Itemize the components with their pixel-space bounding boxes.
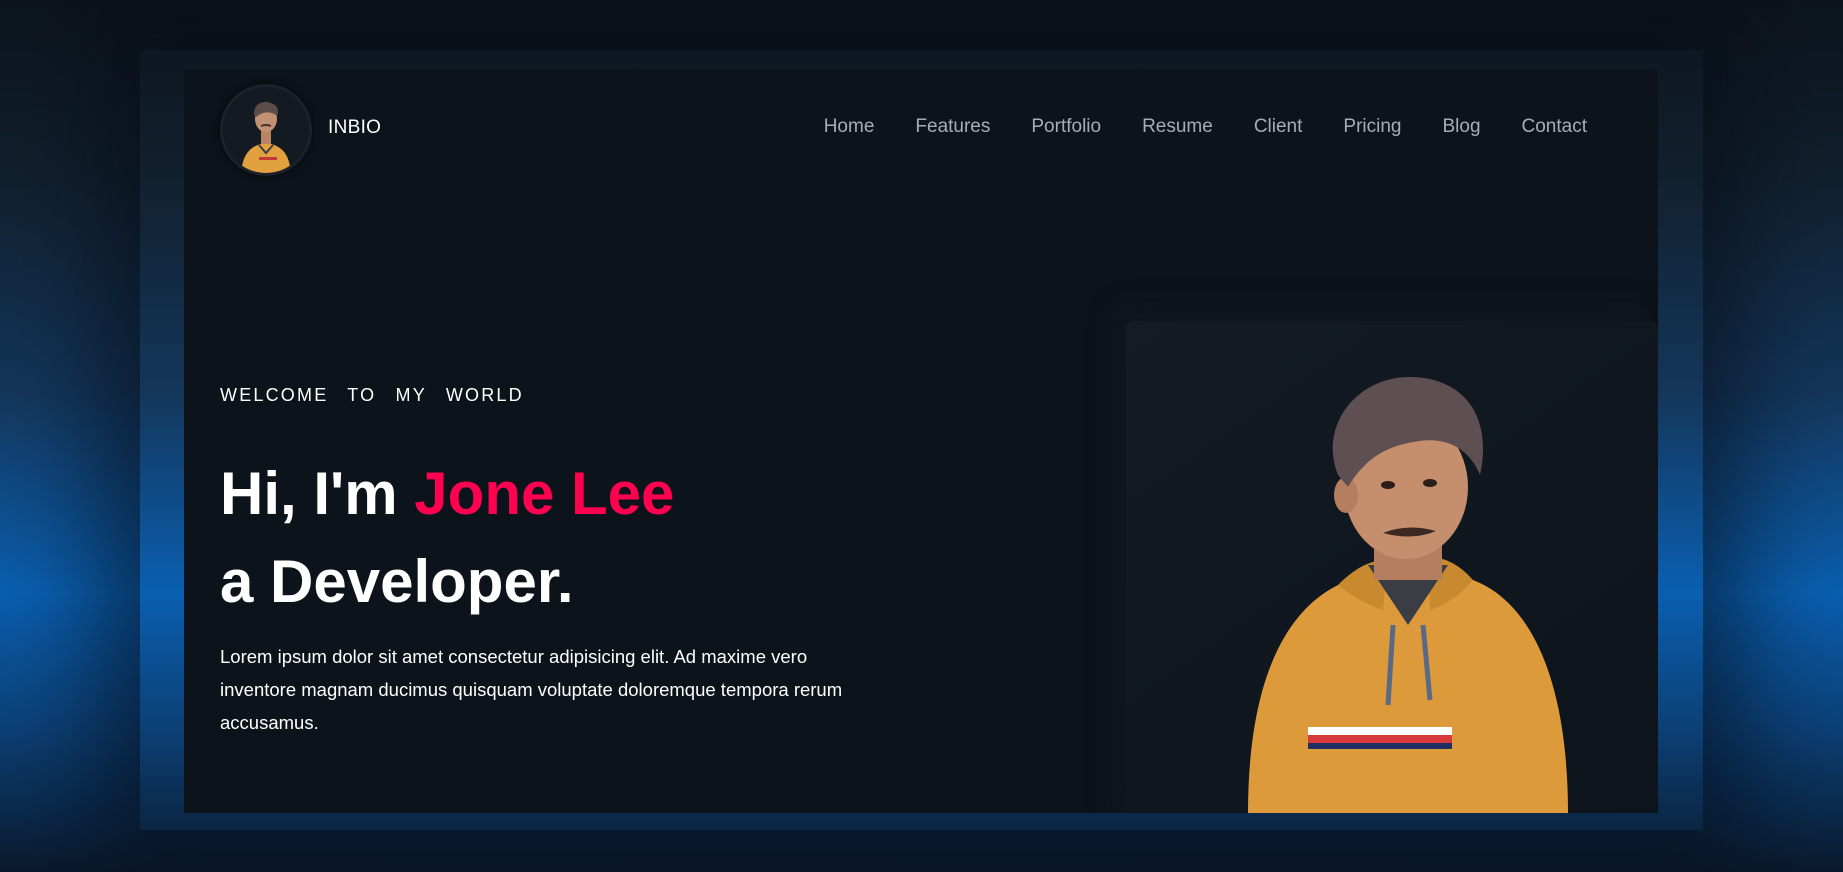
nav-link-client[interactable]: Client <box>1254 116 1303 138</box>
top-navbar: INBIO Home Features Portfolio Resume Cli… <box>184 69 1658 189</box>
greeting-text: Hi, I'm <box>220 460 415 527</box>
welcome-subtitle: WELCOME TO MY WORLD <box>220 385 524 405</box>
hero-description: Lorem ipsum dolor sit amet consectetur a… <box>220 646 843 733</box>
nav-link-pricing[interactable]: Pricing <box>1343 116 1401 138</box>
hero-headline: Hi, I'm Jone Lee a Developer. <box>220 450 674 626</box>
person-portrait-icon <box>1248 376 1568 813</box>
main-menu: Home Features Portfolio Resume Client Pr… <box>824 116 1587 138</box>
nav-link-features[interactable]: Features <box>915 116 990 138</box>
brand-name[interactable]: INBIO <box>328 117 381 139</box>
nav-link-contact[interactable]: Contact <box>1522 116 1587 138</box>
person-avatar-icon <box>223 87 309 173</box>
role-line: a Developer. <box>220 548 574 615</box>
site-frame: INBIO Home Features Portfolio Resume Cli… <box>184 69 1658 813</box>
nav-link-blog[interactable]: Blog <box>1442 116 1480 138</box>
nav-link-portfolio[interactable]: Portfolio <box>1031 116 1101 138</box>
hero-name: Jone Lee <box>414 460 675 527</box>
avatar[interactable] <box>220 84 312 176</box>
nav-link-home[interactable]: Home <box>824 116 875 138</box>
nav-link-resume[interactable]: Resume <box>1142 116 1213 138</box>
